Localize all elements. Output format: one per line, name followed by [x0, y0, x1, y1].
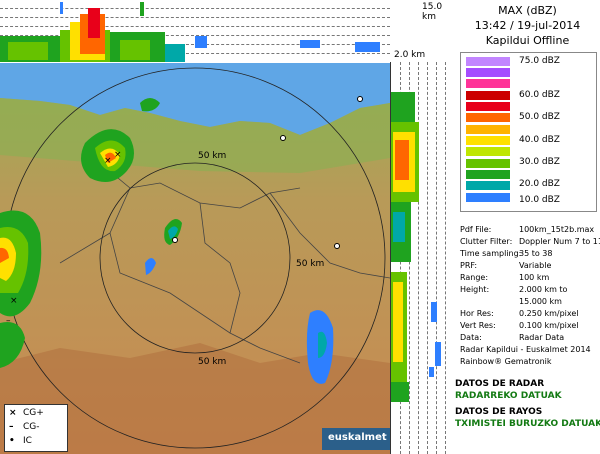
scale-swatch — [466, 68, 510, 77]
datetime-label: 13:42 / 19-jul-2014 — [474, 19, 581, 32]
scale-label: 20.0 dBZ — [519, 179, 560, 189]
legend-item-cg-minus: – CG- — [9, 422, 40, 432]
scale-swatch — [466, 136, 510, 145]
credit-gematronik: Rainbow® Gematronik — [460, 357, 552, 366]
scale-label: 75.0 dBZ — [519, 56, 560, 66]
radar-map-canvas: × × × – — [0, 63, 390, 454]
dot-icon: • — [9, 436, 15, 446]
lightning-legend: × CG+ – CG- • IC — [4, 404, 68, 452]
range-ring-label-south: 50 km — [198, 357, 227, 367]
scale-swatch — [466, 102, 510, 111]
scale-label: 50.0 dBZ — [519, 112, 560, 122]
scale-label: 60.0 dBZ — [519, 90, 560, 100]
dash-icon: – — [9, 422, 14, 432]
scale-swatch — [466, 125, 510, 134]
euskalmet-logo: euskalmet — [322, 428, 390, 450]
top-cross-section-echoes — [0, 2, 380, 62]
dbz-color-scale: 75.0 dBZ 60.0 dBZ 50.0 dBZ 40.0 dBZ 30.0… — [460, 52, 597, 212]
range-ring-label-east: 50 km — [296, 259, 325, 269]
right-strip-height-label: 2.0 km — [394, 50, 426, 60]
scale-swatch — [466, 113, 510, 122]
credit-radar: Radar Kapildui - Euskalmet 2014 — [460, 345, 591, 354]
svg-text:×: × — [104, 156, 112, 166]
scale-swatch — [466, 159, 510, 168]
info-panel: MAX (dBZ) 13:42 / 19-jul-2014 Kapildui O… — [455, 0, 600, 454]
scale-label: 40.0 dBZ — [519, 135, 560, 145]
scale-swatch — [466, 147, 510, 156]
scale-swatch — [466, 193, 510, 202]
radar-map[interactable]: × × × – 50 km 50 km 50 km — [0, 63, 391, 454]
scale-label: 10.0 dBZ — [519, 195, 560, 205]
product-title: MAX (dBZ) — [498, 4, 557, 17]
scale-label: 30.0 dBZ — [519, 157, 560, 167]
scale-swatch — [466, 91, 510, 100]
scale-swatch — [466, 79, 510, 88]
right-cross-section: 2.0 km — [390, 50, 456, 454]
legend-item-cg-plus: × CG+ — [9, 408, 44, 418]
scale-swatch — [466, 170, 510, 179]
range-ring-label-north: 50 km — [198, 151, 227, 161]
radar-data-heading-es[interactable]: DATOS DE RADAR — [455, 379, 544, 389]
scale-swatch — [466, 181, 510, 190]
legend-item-ic: • IC — [9, 436, 32, 446]
lightning-data-heading-es[interactable]: DATOS DE RAYOS — [455, 407, 542, 417]
lightning-data-heading-eu[interactable]: TXIMISTEI BURUZKO DATUAK — [455, 419, 600, 429]
right-cross-section-echoes — [391, 92, 441, 402]
radar-data-heading-eu[interactable]: RADARREKO DATUAK — [455, 391, 562, 401]
cross-icon: × — [9, 408, 17, 418]
svg-text:–: – — [6, 316, 11, 326]
scale-swatch — [466, 57, 510, 66]
radar-status: Kapildui Offline — [485, 34, 570, 47]
svg-text:×: × — [10, 296, 18, 306]
top-strip-height-label: 15.0 km — [422, 2, 443, 22]
top-cross-section: 15.0 km — [0, 0, 442, 64]
svg-text:×: × — [114, 150, 122, 160]
